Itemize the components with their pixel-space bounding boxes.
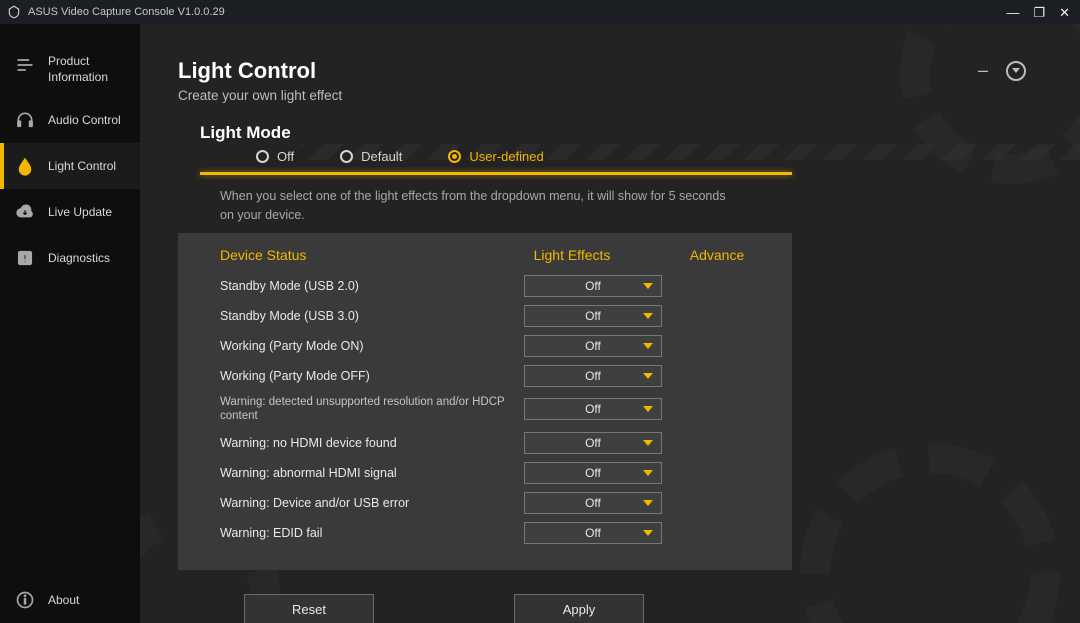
chevron-down-icon xyxy=(643,500,653,506)
sidebar-item-label: Product Information xyxy=(48,54,108,85)
status-label: Standby Mode (USB 2.0) xyxy=(220,279,524,293)
light-effect-dropdown[interactable]: Off xyxy=(524,492,662,514)
sidebar-item-label: About xyxy=(48,593,79,607)
main-content: ‒ Light Control Create your own light ef… xyxy=(140,24,1080,623)
dropdown-value: Off xyxy=(585,466,601,480)
page-title: Light Control xyxy=(178,58,1080,84)
sidebar-item-label: Diagnostics xyxy=(48,251,110,265)
sidebar: Product Information Audio Control Light … xyxy=(0,24,140,623)
cloud-download-icon xyxy=(14,201,36,223)
radio-icon xyxy=(448,150,461,163)
section-light-mode: Light Mode xyxy=(200,123,1080,143)
status-label: Working (Party Mode OFF) xyxy=(220,369,524,383)
info-icon xyxy=(14,589,36,611)
diagnostics-icon xyxy=(14,247,36,269)
status-row: Working (Party Mode OFF) Off xyxy=(220,365,772,387)
status-label: Warning: abnormal HDMI signal xyxy=(220,466,524,480)
col-device-status: Device Status xyxy=(220,247,482,263)
chevron-down-icon xyxy=(643,343,653,349)
device-status-panel: Device Status Light Effects Advance Stan… xyxy=(178,233,792,571)
status-label: Warning: Device and/or USB error xyxy=(220,496,524,510)
dropdown-value: Off xyxy=(585,369,601,383)
light-effect-dropdown[interactable]: Off xyxy=(524,398,662,420)
sidebar-item-label: Live Update xyxy=(48,205,112,219)
status-row: Warning: no HDMI device found Off xyxy=(220,432,772,454)
dropdown-value: Off xyxy=(585,309,601,323)
status-row: Warning: detected unsupported resolution… xyxy=(220,395,772,425)
status-row: Warning: EDID fail Off xyxy=(220,522,772,544)
sidebar-item-diagnostics[interactable]: Diagnostics xyxy=(0,235,140,281)
chevron-down-icon xyxy=(643,373,653,379)
minimize-button[interactable]: — xyxy=(1006,6,1019,19)
chevron-down-icon xyxy=(643,530,653,536)
chevron-down-icon xyxy=(643,313,653,319)
light-effect-dropdown[interactable]: Off xyxy=(524,305,662,327)
dropdown-value: Off xyxy=(585,402,601,416)
dropdown-value: Off xyxy=(585,279,601,293)
sidebar-item-label: Light Control xyxy=(48,159,116,173)
apply-button[interactable]: Apply xyxy=(514,594,644,623)
dropdown-toggle-icon[interactable] xyxy=(1006,61,1026,81)
status-row: Standby Mode (USB 3.0) Off xyxy=(220,305,772,327)
sidebar-item-live-update[interactable]: Live Update xyxy=(0,189,140,235)
light-effect-dropdown[interactable]: Off xyxy=(524,522,662,544)
divider xyxy=(200,172,792,175)
sidebar-item-audio-control[interactable]: Audio Control xyxy=(0,97,140,143)
status-row: Standby Mode (USB 2.0) Off xyxy=(220,275,772,297)
app-logo-icon xyxy=(6,4,22,20)
light-effect-dropdown[interactable]: Off xyxy=(524,462,662,484)
chevron-down-icon xyxy=(643,283,653,289)
hint-text: When you select one of the light effects… xyxy=(220,187,740,225)
status-label: Standby Mode (USB 3.0) xyxy=(220,309,524,323)
status-label: Warning: detected unsupported resolution… xyxy=(220,395,524,425)
headphones-icon xyxy=(14,109,36,131)
status-label: Working (Party Mode ON) xyxy=(220,339,524,353)
menu-icon xyxy=(14,54,36,76)
col-light-effects: Light Effects xyxy=(482,247,662,263)
chevron-down-icon xyxy=(643,440,653,446)
chevron-down-icon xyxy=(643,406,653,412)
status-label: Warning: no HDMI device found xyxy=(220,436,524,450)
sidebar-item-about[interactable]: About xyxy=(0,577,140,623)
page-subtitle: Create your own light effect xyxy=(178,88,1080,103)
light-mode-radio-group: Off Default User-defined xyxy=(178,149,1080,164)
dropdown-value: Off xyxy=(585,496,601,510)
status-row: Warning: Device and/or USB error Off xyxy=(220,492,772,514)
light-effect-dropdown[interactable]: Off xyxy=(524,365,662,387)
radio-icon xyxy=(340,150,353,163)
dropdown-value: Off xyxy=(585,526,601,540)
sidebar-item-label: Audio Control xyxy=(48,113,121,127)
status-row: Working (Party Mode ON) Off xyxy=(220,335,772,357)
dropdown-value: Off xyxy=(585,436,601,450)
chevron-down-icon xyxy=(643,470,653,476)
dropdown-value: Off xyxy=(585,339,601,353)
mode-off[interactable]: Off xyxy=(256,149,294,164)
col-advance: Advance xyxy=(662,247,772,263)
app-title: ASUS Video Capture Console V1.0.0.29 xyxy=(28,6,1006,18)
collapse-button[interactable]: ‒ xyxy=(978,60,988,81)
light-effect-dropdown[interactable]: Off xyxy=(524,335,662,357)
light-effect-dropdown[interactable]: Off xyxy=(524,275,662,297)
light-effect-dropdown[interactable]: Off xyxy=(524,432,662,454)
drop-icon xyxy=(14,155,36,177)
mode-default[interactable]: Default xyxy=(340,149,402,164)
sidebar-item-product-information[interactable]: Product Information xyxy=(0,42,140,97)
radio-icon xyxy=(256,150,269,163)
status-row: Warning: abnormal HDMI signal Off xyxy=(220,462,772,484)
close-button[interactable]: ✕ xyxy=(1059,6,1070,19)
sidebar-item-light-control[interactable]: Light Control xyxy=(0,143,140,189)
reset-button[interactable]: Reset xyxy=(244,594,374,623)
maximize-button[interactable]: ❐ xyxy=(1033,6,1045,19)
titlebar: ASUS Video Capture Console V1.0.0.29 — ❐… xyxy=(0,0,1080,24)
status-label: Warning: EDID fail xyxy=(220,526,524,540)
mode-user-defined[interactable]: User-defined xyxy=(448,149,543,164)
